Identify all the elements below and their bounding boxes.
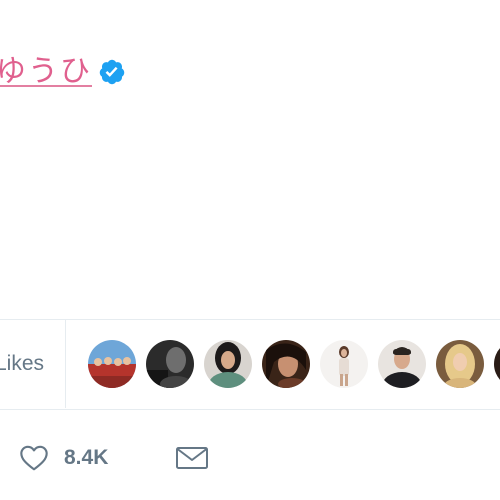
liker-avatar[interactable] — [320, 340, 368, 388]
heart-icon[interactable] — [18, 442, 50, 474]
likes-label: Likes — [0, 352, 44, 375]
like-action[interactable]: 8.4K — [18, 436, 108, 480]
divider-bottom — [0, 409, 500, 410]
verified-badge-icon — [99, 59, 125, 85]
like-count: 8.4K — [64, 446, 109, 469]
likers-row: Likes — [0, 320, 500, 408]
action-bar: 8.4K — [0, 436, 500, 480]
liker-avatar[interactable] — [494, 340, 500, 388]
likes-link[interactable]: Likes — [0, 320, 66, 408]
tweet-detail: ゆうひ Likes 8.4K — [0, 0, 500, 500]
direct-message-action[interactable] — [175, 436, 209, 480]
likers-separator — [65, 320, 66, 408]
liker-avatar[interactable] — [204, 340, 252, 388]
author-name[interactable]: ゆうひ — [0, 52, 92, 92]
liker-avatar[interactable] — [146, 340, 194, 388]
author-row: ゆうひ — [0, 52, 126, 92]
liker-avatar[interactable] — [88, 340, 136, 388]
envelope-icon[interactable] — [175, 443, 209, 473]
liker-avatar[interactable] — [378, 340, 426, 388]
liker-avatar[interactable] — [436, 340, 484, 388]
liker-avatar[interactable] — [262, 340, 310, 388]
